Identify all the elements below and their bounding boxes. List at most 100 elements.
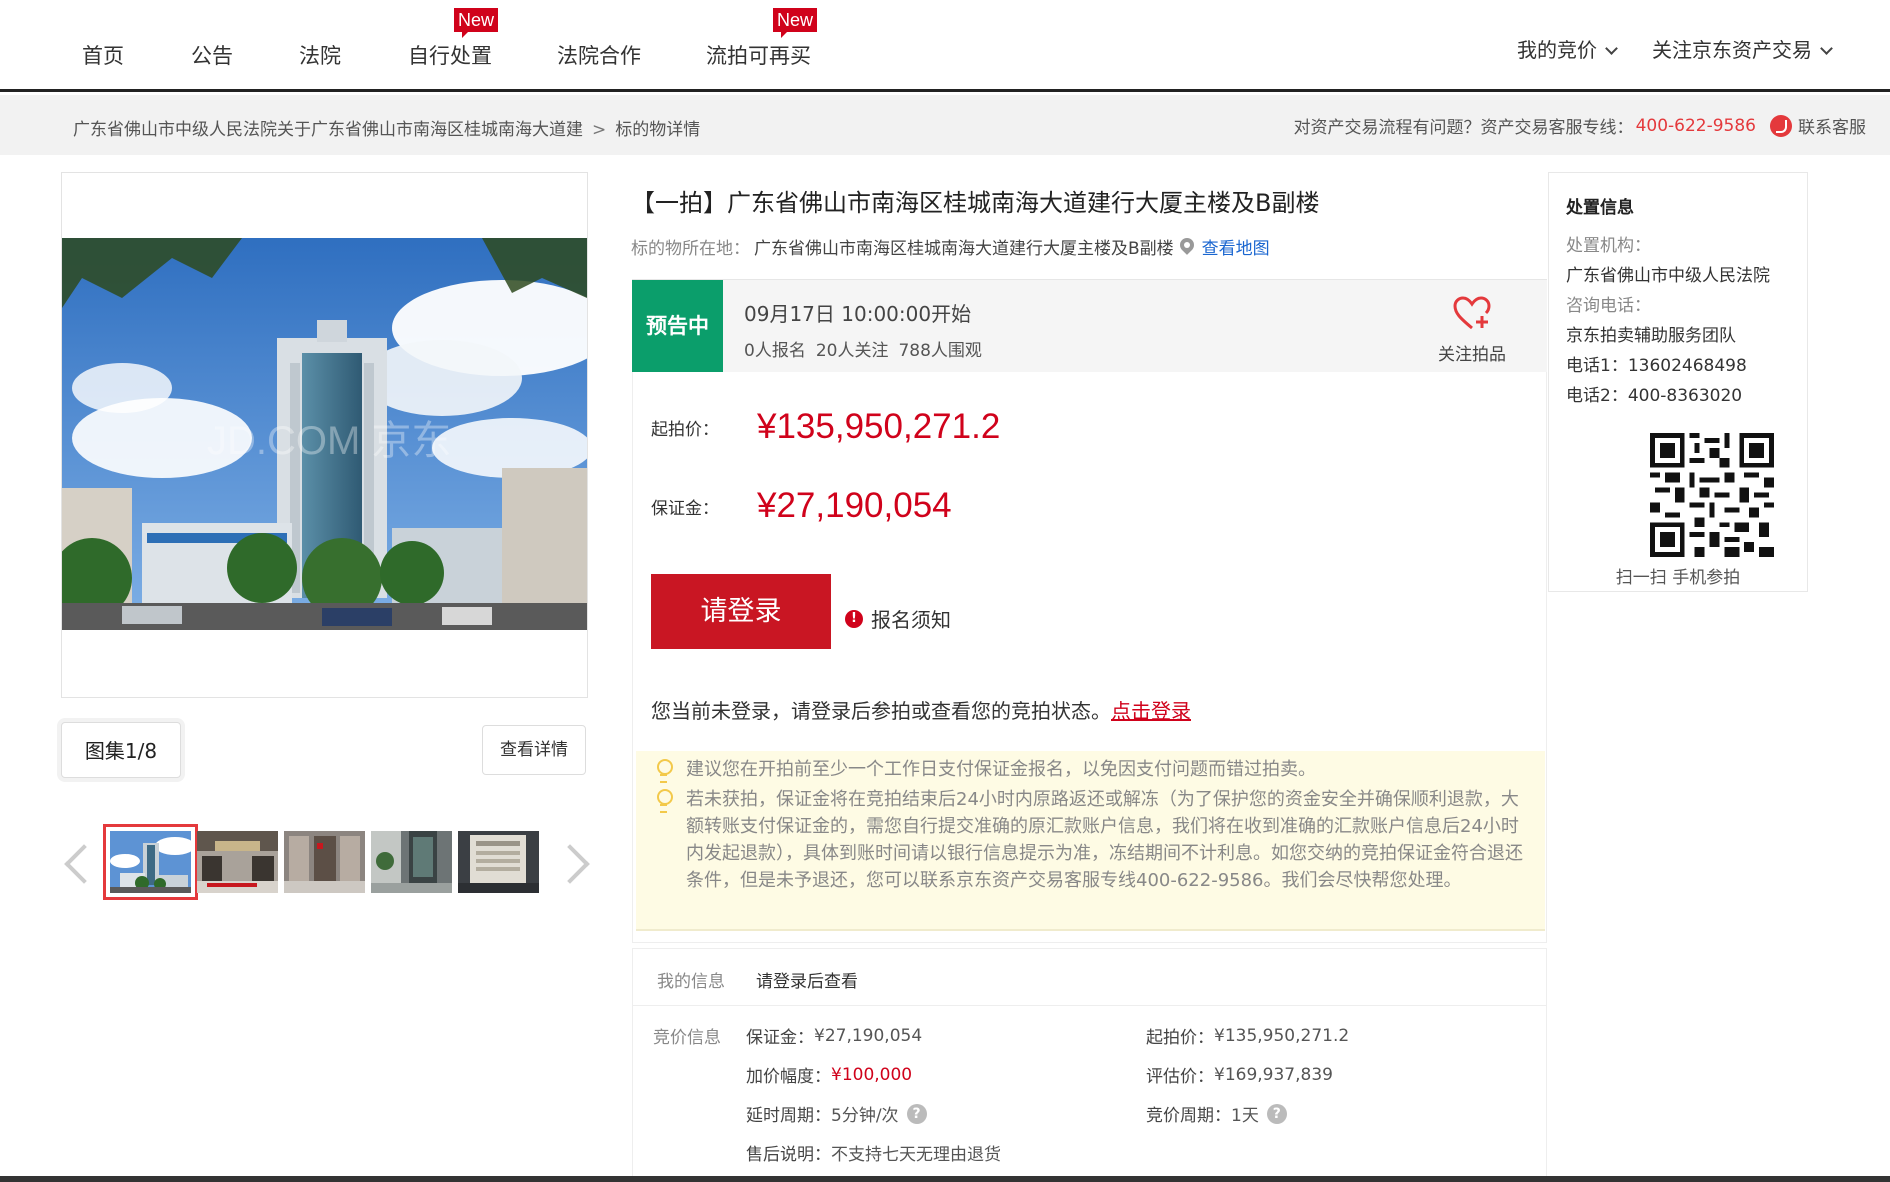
location-value: 广东省佛山市南海区桂城南海大道建行大厦主楼及B副楼 [754, 239, 1174, 259]
arrow-right-icon[interactable] [562, 842, 588, 882]
follow-item-button[interactable]: 关注拍品 [1432, 296, 1512, 365]
customer-service-icon [1770, 114, 1792, 137]
disposal-phone-label: 咨询电话： [1566, 296, 1651, 316]
disposal-title: 处置信息 [1566, 198, 1634, 218]
bid-deposit: 保证金： ¥27,190,054 [746, 1023, 923, 1049]
bid-increment-value: ¥100,000 [831, 1064, 913, 1085]
nav-self-disposal[interactable]: 自行处置 New [408, 8, 498, 70]
question-icon[interactable]: ? [906, 1103, 927, 1124]
start-price-row: 起拍价： ¥135,950,271.2 [651, 407, 1000, 447]
tip-item: 建议您在开拍前至少一个工作日支付保证金报名，以免因支付问题而错过拍卖。 [686, 759, 1316, 780]
nav-failed-auction-rebuy[interactable]: 流拍可再买 New [706, 8, 817, 70]
bottom-bar [0, 1176, 1890, 1182]
new-badge: New [453, 8, 498, 38]
thumbnail-image [371, 831, 452, 893]
nav-home[interactable]: 首页 [82, 40, 124, 70]
breadcrumb-separator: > [592, 120, 607, 140]
bid-delay: 延时周期： 5分钟/次? [746, 1101, 927, 1126]
start-price-value: ¥135,950,271.2 [757, 407, 1001, 446]
login-tip: 您当前未登录，请登录后参拍或查看您的竞拍状态。点击登录 [651, 695, 1191, 724]
click-login-link[interactable]: 点击登录 [1111, 699, 1191, 723]
bid-start-price: 起拍价： ¥135,950,271.2 [1146, 1023, 1349, 1049]
thumbnail-image [458, 831, 539, 893]
main-photo-frame: JD.COM 京东 [61, 172, 588, 698]
bid-cycle: 竞价周期： 1天? [1146, 1101, 1287, 1126]
bid-appraisal: 评估价： ¥169,937,839 [1146, 1062, 1333, 1088]
main-photo[interactable]: JD.COM 京东 [62, 238, 587, 630]
bid-delay-value: 5分钟/次 [831, 1106, 899, 1126]
item-location: 标的物所在地： 广东省佛山市南海区桂城南海大道建行大厦主楼及B副楼 查看地图 [631, 234, 1270, 259]
start-price-label: 起拍价： [651, 419, 719, 440]
thumbnail-image [110, 831, 191, 893]
top-navigation: 首页 公告 法院 自行处置 New 法院合作 流拍可再买 New 我的竞价 关注… [0, 0, 1890, 92]
follow-jd-dropdown[interactable]: 关注京东资产交易 [1652, 34, 1833, 63]
arrow-left-icon[interactable] [62, 842, 88, 882]
photo-watermark: JD.COM 京东 [207, 419, 452, 463]
thumbnail[interactable] [103, 824, 198, 900]
deposit-label: 保证金： [651, 498, 719, 519]
registration-notice-link[interactable]: ! 报名须知 [845, 604, 951, 633]
status-badge: 预告中 [632, 280, 723, 373]
login-button[interactable]: 请登录 [651, 574, 831, 649]
login-tip-text: 您当前未登录，请登录后参拍或查看您的竞拍状态。 [651, 699, 1111, 723]
bid-cycle-key: 竞价周期： [1146, 1106, 1231, 1126]
thumbnail[interactable] [371, 831, 452, 893]
registered-count: 0人报名 [744, 341, 806, 361]
question-icon[interactable]: ? [1266, 1103, 1287, 1124]
map-pin-icon [1180, 238, 1194, 256]
bid-increment-key: 加价幅度： [746, 1067, 831, 1087]
album-button[interactable]: 图集1/8 [61, 722, 181, 778]
price-panel: 起拍价： ¥135,950,271.2 保证金： ¥27,190,054 请登录… [632, 372, 1547, 943]
bulb-icon [656, 759, 673, 783]
contact-service-label: 联系客服 [1798, 118, 1866, 138]
auction-status-panel: 预告中 09月17日 10:00:00开始 0人报名 20人关注 788人围观 关注… [632, 279, 1547, 373]
my-info-label: 我的信息 [657, 972, 725, 992]
help-line: 对资产交易流程有问题？资产交易客服专线： 400-622-9586 联系客服 [1294, 113, 1866, 138]
breadcrumb-parent-link[interactable]: 广东省佛山市中级人民法院关于广东省佛山市南海区桂城南海大道建 [73, 120, 583, 140]
thumbnail[interactable] [284, 831, 365, 893]
scan-to-bid: 扫一扫 手机参拍 [1615, 568, 1741, 588]
thumbnail[interactable] [458, 831, 539, 893]
nav-self-disposal-label: 自行处置 [408, 44, 492, 68]
deposit-row: 保证金： ¥27,190,054 [651, 486, 952, 526]
nav-announcements[interactable]: 公告 [191, 40, 233, 70]
bid-delay-key: 延时周期： [746, 1106, 831, 1126]
exclamation-icon: ! [845, 609, 863, 628]
chevron-down-icon [1820, 42, 1833, 55]
deposit-value: ¥27,190,054 [757, 486, 952, 525]
thumbnail[interactable] [197, 831, 278, 893]
breadcrumb-bar: 广东省佛山市中级人民法院关于广东省佛山市南海区桂城南海大道建 > 标的物详情 对资产… [0, 95, 1890, 155]
nav-failed-auction-rebuy-label: 流拍可再买 [706, 44, 811, 68]
bid-increment: 加价幅度： ¥100,000 [746, 1062, 913, 1088]
nav-courts[interactable]: 法院 [299, 40, 341, 70]
bid-info-panel: 我的信息 请登录后查看 竞价信息 保证金： ¥27,190,054 起拍价： ¥13… [632, 948, 1547, 1182]
disposal-team: 京东拍卖辅助服务团队 [1566, 326, 1736, 346]
view-details-button[interactable]: 查看详情 [482, 725, 586, 775]
service-phone: 400-622-9586 [1635, 115, 1756, 136]
viewers-count: 788人围观 [898, 341, 982, 361]
my-info-value: 请登录后查看 [756, 972, 858, 992]
view-map-link[interactable]: 查看地图 [1202, 234, 1270, 259]
nav-court-cooperation[interactable]: 法院合作 [557, 40, 641, 70]
new-badge: New [772, 8, 817, 38]
follow-item-label: 关注拍品 [1438, 345, 1506, 365]
registration-notice-label: 报名须知 [871, 608, 951, 632]
bid-deposit-key: 保证金： [746, 1028, 814, 1048]
tips-box: 建议您在开拍前至少一个工作日支付保证金报名，以免因支付问题而错过拍卖。 若未获拍… [636, 751, 1545, 931]
bid-info-label: 竞价信息 [653, 1028, 721, 1048]
bulb-icon [656, 789, 673, 813]
contact-service-link[interactable]: 联系客服 [1770, 113, 1866, 138]
bid-aftersale-value: 不支持七天无理由退货 [831, 1145, 1001, 1165]
my-bids-dropdown[interactable]: 我的竞价 [1517, 34, 1618, 63]
help-question: 对资产交易流程有问题？资产交易客服专线： [1293, 118, 1634, 138]
bid-appraisal-key: 评估价： [1146, 1067, 1214, 1087]
bid-appraisal-value: ¥169,937,839 [1214, 1064, 1333, 1085]
disposal-phone-1: 电话1：13602468498 [1566, 356, 1747, 376]
bid-deposit-value: ¥27,190,054 [814, 1025, 923, 1046]
bid-start-price-key: 起拍价： [1146, 1028, 1214, 1048]
tip-item: 若未获拍，保证金将在竞拍结束后24小时内原路返还或解冻（为了保护您的资金安全并确… [686, 789, 1523, 891]
disposal-org: 广东省佛山市中级人民法院 [1566, 266, 1770, 286]
disposal-phone-2: 电话2：400-8363020 [1566, 386, 1743, 406]
follow-jd-label: 关注京东资产交易 [1652, 38, 1812, 62]
location-label: 标的物所在地： [631, 239, 750, 259]
